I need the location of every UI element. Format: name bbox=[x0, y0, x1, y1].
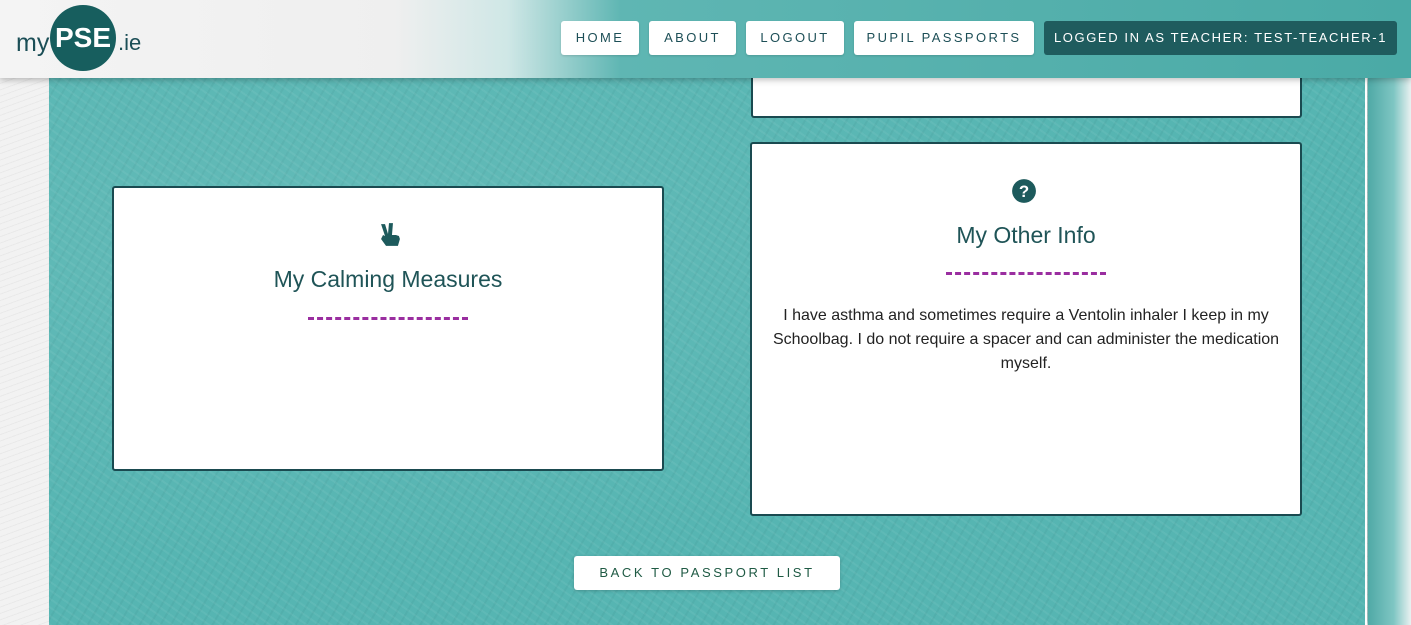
calming-divider bbox=[308, 317, 468, 320]
page-edge bbox=[1368, 78, 1411, 625]
nav-pupil-passports-button[interactable]: PUPIL PASSPORTS bbox=[854, 21, 1034, 55]
other-info-title: My Other Info bbox=[956, 222, 1096, 248]
back-to-passport-list-button[interactable]: BACK TO PASSPORT LIST bbox=[574, 556, 840, 590]
other-info-card: ? My Other Info I have asthma and someti… bbox=[750, 142, 1302, 516]
site-header: my PSE .ie HOME ABOUT LOGOUT PUPIL PASSP… bbox=[0, 0, 1411, 78]
question-circle-icon: ? bbox=[1012, 179, 1036, 203]
peace-hand-icon bbox=[381, 223, 400, 246]
logo-circle: PSE bbox=[50, 5, 116, 71]
nav-about-button[interactable]: ABOUT bbox=[649, 21, 736, 55]
other-info-body: I have asthma and sometimes require a Ve… bbox=[772, 307, 1280, 372]
calming-measures-card: My Calming Measures bbox=[112, 186, 664, 471]
logo-suffix: .ie bbox=[118, 30, 142, 55]
nav-home-button[interactable]: HOME bbox=[561, 21, 639, 55]
logo-prefix: my bbox=[16, 29, 50, 57]
nav-logout-button[interactable]: LOGOUT bbox=[746, 21, 844, 55]
other-info-divider bbox=[946, 272, 1106, 275]
logged-in-status-button[interactable]: LOGGED IN AS TEACHER: TEST-TEACHER-1 bbox=[1044, 21, 1397, 55]
svg-text:?: ? bbox=[1019, 182, 1029, 201]
calming-measures-title: My Calming Measures bbox=[273, 266, 503, 292]
